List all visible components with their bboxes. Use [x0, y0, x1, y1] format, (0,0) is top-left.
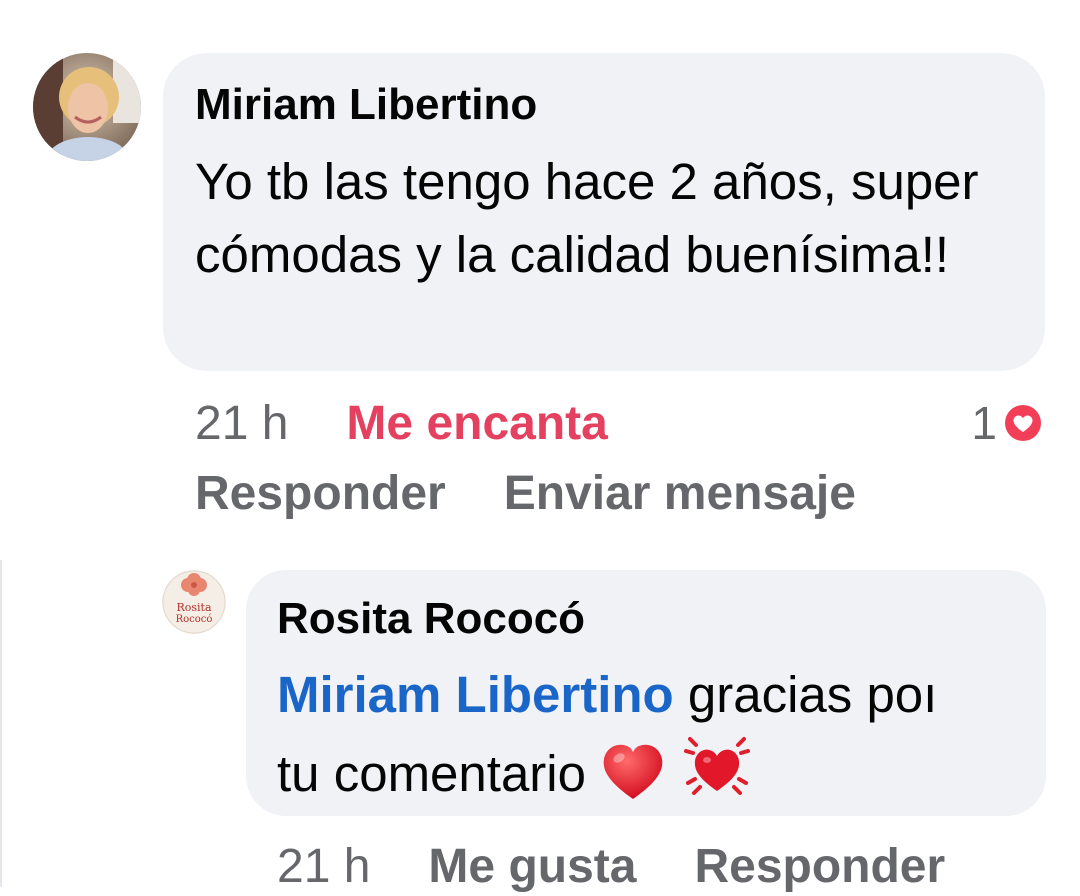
reply-text: Miriam Libertino gracias poı tu comentar… — [277, 658, 1022, 810]
like-button[interactable]: Me gusta — [428, 839, 636, 894]
page-avatar[interactable]: Rosita Rococó — [162, 570, 226, 634]
reply-actions: 21 h Me gusta Responder — [277, 836, 945, 896]
heart-reaction-icon — [1002, 402, 1044, 444]
comment-timestamp[interactable]: 21 h — [195, 396, 288, 451]
comment-text: Yo tb las tengo hace 2 años, super cómod… — [195, 153, 979, 283]
comment-author-name[interactable]: Miriam Libertino — [195, 80, 537, 130]
reply-author-name[interactable]: Rosita Rococó — [277, 594, 585, 644]
thread-connector-line — [0, 560, 2, 887]
reply-text-line1: gracias poı — [673, 666, 938, 723]
red-heart-icon — [603, 744, 663, 799]
comment-actions: Responder Enviar mensaje — [195, 462, 856, 524]
reaction-love-button[interactable]: Me encanta — [346, 396, 607, 451]
avatar-logo-text-line1: Rosita — [176, 601, 211, 614]
reply-text-line2: tu comentario — [277, 745, 586, 802]
reply-button[interactable]: Responder — [195, 466, 446, 521]
beating-heart-icon — [684, 737, 751, 795]
reply-button[interactable]: Responder — [694, 839, 945, 894]
mention-link[interactable]: Miriam Libertino — [277, 666, 674, 723]
reaction-count-number: 1 — [971, 397, 997, 449]
reaction-count[interactable]: 1 — [971, 393, 1045, 453]
comment-meta: 21 h Me encanta — [195, 393, 608, 453]
reply-timestamp[interactable]: 21 h — [277, 839, 370, 894]
send-message-button[interactable]: Enviar mensaje — [504, 466, 856, 521]
avatar-logo-text-line2: Rococó — [176, 614, 213, 625]
avatar[interactable] — [33, 53, 141, 161]
